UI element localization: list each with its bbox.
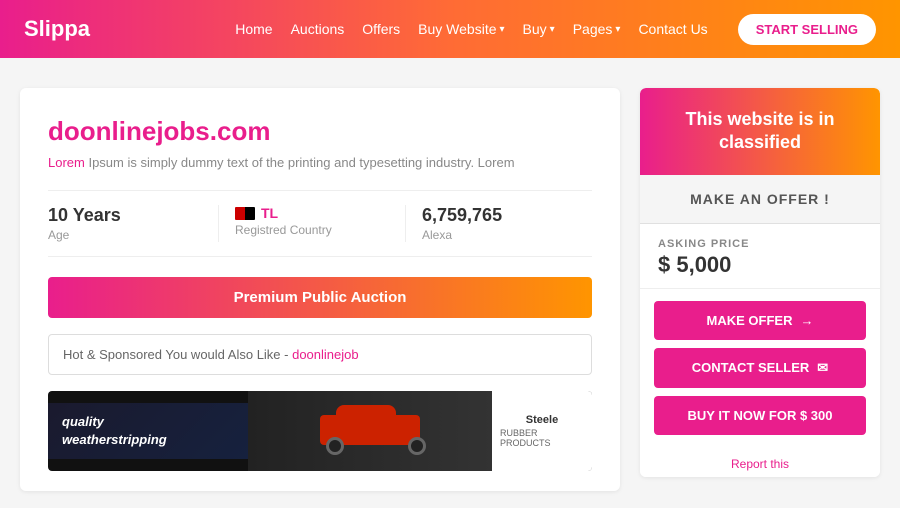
description-text: Ipsum is simply dummy text of the printi…	[88, 155, 514, 170]
ad-logo-sub: RUBBER PRODUCTS	[500, 428, 584, 448]
chevron-down-icon: ▾	[615, 24, 620, 35]
car-wheel-left	[326, 437, 344, 455]
action-buttons: MAKE OFFER → CONTACT SELLER ✉ BUY IT NOW…	[640, 289, 880, 447]
stats-row: 10 Years Age TL Registred Country 6,759,…	[48, 190, 592, 257]
make-an-offer-button[interactable]: MAKE AN OFFER !	[640, 175, 880, 224]
asking-price-label: ASKING PRICE	[658, 238, 862, 250]
country-flag	[235, 207, 255, 220]
nav-home[interactable]: Home	[235, 21, 272, 37]
ad-logo-name: Steele	[526, 414, 558, 427]
auction-button[interactable]: Premium Public Auction	[48, 277, 592, 318]
stat-alexa-value: 6,759,765	[422, 205, 576, 226]
flag-row: TL	[235, 205, 389, 221]
buy-now-button[interactable]: BUY IT NOW FOR $ 300	[654, 396, 866, 435]
sponsored-text: Hot & Sponsored You would Also Like -	[63, 347, 292, 362]
price-section: ASKING PRICE $ 5,000	[640, 224, 880, 289]
report-link[interactable]: Report this	[731, 457, 789, 471]
ad-banner: qualityweatherstripping Steele RUBBER PR…	[48, 391, 592, 471]
stat-alexa-label: Alexa	[422, 228, 576, 242]
make-offer-button[interactable]: MAKE OFFER →	[654, 301, 866, 340]
nav-contact-us[interactable]: Contact Us	[638, 21, 707, 37]
chevron-down-icon: ▾	[500, 24, 505, 35]
start-selling-button[interactable]: START SELLING	[738, 14, 876, 45]
ad-left-text: qualityweatherstripping	[48, 403, 248, 459]
description-prefix: Lorem	[48, 155, 88, 170]
site-title: doonlinejobs.com	[48, 116, 592, 147]
nav-buy-website[interactable]: Buy Website ▾	[418, 21, 504, 37]
country-code: TL	[261, 205, 278, 221]
stat-alexa: 6,759,765 Alexa	[405, 205, 592, 242]
main-nav: Home Auctions Offers Buy Website ▾ Buy ▾…	[235, 14, 876, 45]
main-content: doonlinejobs.com Lorem Ipsum is simply d…	[0, 88, 900, 491]
right-card: This website is in classified MAKE AN OF…	[640, 88, 880, 477]
ad-car-image	[248, 391, 492, 471]
stat-age-label: Age	[48, 228, 202, 242]
right-panel: This website is in classified MAKE AN OF…	[640, 88, 880, 491]
car-shape	[310, 407, 430, 455]
stat-country-label: Registred Country	[235, 223, 389, 237]
stat-country: TL Registred Country	[218, 205, 405, 242]
site-description: Lorem Ipsum is simply dummy text of the …	[48, 155, 592, 170]
classified-banner: This website is in classified	[640, 88, 880, 175]
nav-buy[interactable]: Buy ▾	[523, 21, 555, 37]
asking-price-value: $ 5,000	[658, 252, 862, 278]
nav-offers[interactable]: Offers	[362, 21, 400, 37]
nav-auctions[interactable]: Auctions	[291, 21, 345, 37]
report-section: Report this	[640, 447, 880, 477]
arrow-right-icon: →	[800, 313, 813, 328]
sponsored-box: Hot & Sponsored You would Also Like - do…	[48, 334, 592, 375]
car-wheel-right	[408, 437, 426, 455]
logo[interactable]: Slippa	[24, 16, 90, 42]
stat-age-value: 10 Years	[48, 205, 202, 226]
sponsored-link[interactable]: doonlinejob	[292, 347, 359, 362]
mail-icon: ✉	[817, 360, 828, 376]
ad-logo: Steele RUBBER PRODUCTS	[492, 391, 592, 471]
header: Slippa Home Auctions Offers Buy Website …	[0, 0, 900, 58]
nav-pages[interactable]: Pages ▾	[573, 21, 621, 37]
contact-seller-button[interactable]: CONTACT SELLER ✉	[654, 348, 866, 388]
stat-age: 10 Years Age	[48, 205, 218, 242]
left-panel: doonlinejobs.com Lorem Ipsum is simply d…	[20, 88, 620, 491]
chevron-down-icon: ▾	[550, 24, 555, 35]
